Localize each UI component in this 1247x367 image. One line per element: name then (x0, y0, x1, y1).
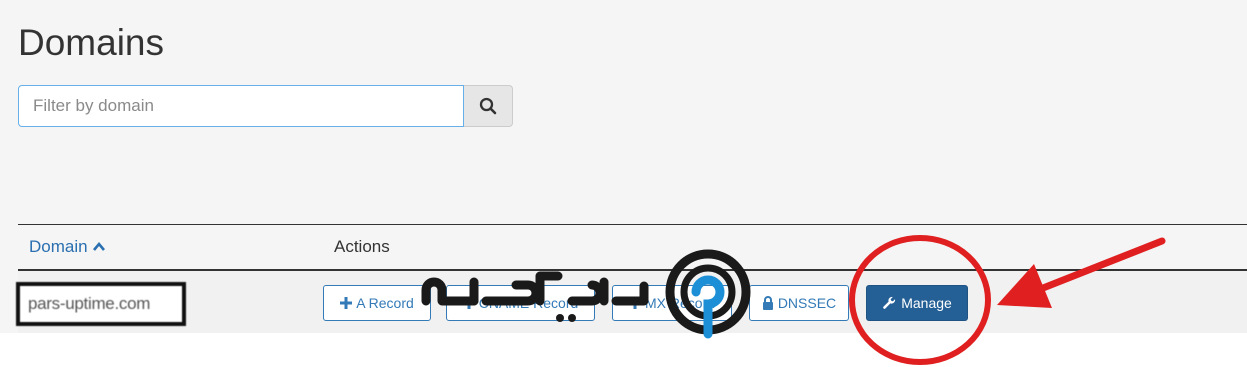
search-button[interactable] (464, 85, 513, 127)
mx-record-label: MX Record (644, 295, 716, 311)
domain-name-cell[interactable]: pars-uptime.com (16, 282, 186, 326)
domain-name: pars-uptime.com (28, 294, 151, 313)
column-header-domain[interactable]: Domain (29, 237, 106, 257)
a-record-button[interactable]: A Record (323, 285, 431, 321)
mx-record-button[interactable]: MX Record (612, 285, 732, 321)
lock-icon (762, 296, 773, 310)
cname-record-button[interactable]: CNAME Record (446, 285, 595, 321)
a-record-label: A Record (356, 295, 414, 311)
plus-icon (340, 297, 353, 309)
page-title: Domains (18, 22, 164, 63)
wrench-icon (883, 296, 896, 309)
dnssec-button[interactable]: DNSSEC (749, 285, 849, 321)
search-input[interactable] (18, 85, 464, 127)
plus-icon (462, 297, 475, 309)
column-header-actions: Actions (334, 237, 390, 256)
plus-icon (628, 297, 641, 309)
cname-record-label: CNAME Record (478, 295, 579, 311)
column-header-domain-label: Domain (29, 237, 88, 256)
manage-button[interactable]: Manage (866, 285, 968, 321)
table-top-border (18, 224, 1247, 225)
dnssec-label: DNSSEC (777, 295, 837, 311)
manage-label: Manage (901, 295, 952, 311)
chevron-up-icon (92, 241, 105, 251)
search-icon (479, 97, 497, 115)
